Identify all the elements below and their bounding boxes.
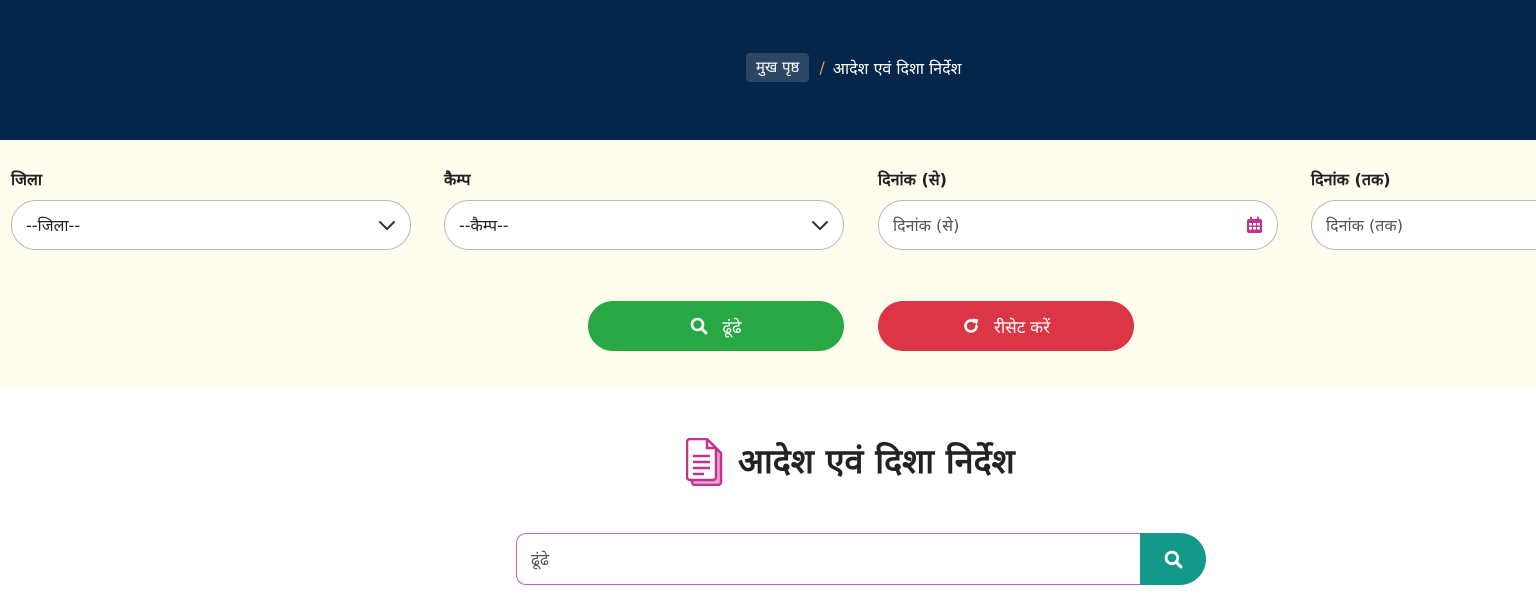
- breadcrumb-home-link[interactable]: मुख पृष्ठ: [746, 53, 810, 82]
- district-label: जिला: [11, 170, 43, 189]
- documents-icon: [686, 438, 723, 486]
- section-heading: आदेश एवं दिशा निर्देश: [686, 436, 1015, 488]
- search-input[interactable]: [516, 533, 1140, 585]
- search-icon: [1164, 550, 1182, 568]
- search-button[interactable]: ढूंढे: [588, 301, 844, 351]
- breadcrumb-separator: /: [819, 58, 825, 77]
- date-from-field: दिनांक (से) दिनांक (से): [878, 168, 1278, 250]
- reset-button-label: रीसेट करें: [993, 317, 1051, 337]
- date-to-label: दिनांक (तक): [1311, 170, 1391, 189]
- date-to-input[interactable]: दिनांक (तक): [1311, 200, 1536, 250]
- chevron-down-icon: [812, 221, 828, 230]
- district-field: जिला --जिला--: [11, 168, 411, 250]
- calendar-icon[interactable]: [1246, 216, 1263, 234]
- chevron-down-icon: [379, 221, 395, 230]
- filter-panel: जिला --जिला-- कैम्प --कैम्प-- दिनांक (से…: [0, 140, 1536, 390]
- search-icon: [691, 317, 708, 335]
- reset-button[interactable]: रीसेट करें: [878, 301, 1134, 351]
- date-from-label: दिनांक (से): [878, 170, 947, 189]
- district-select-value: --जिला--: [26, 216, 81, 235]
- camp-field: कैम्प --कैम्प--: [444, 168, 844, 250]
- district-select[interactable]: --जिला--: [11, 200, 411, 250]
- breadcrumb: मुख पृष्ठ / आदेश एवं दिशा निर्देश: [746, 53, 962, 82]
- breadcrumb-current: आदेश एवं दिशा निर्देश: [832, 58, 962, 78]
- date-from-input[interactable]: दिनांक (से): [878, 200, 1278, 250]
- camp-label: कैम्प: [444, 170, 471, 189]
- search-button-label: ढूंढे: [722, 317, 742, 337]
- date-to-field: दिनांक (तक) दिनांक (तक): [1311, 168, 1536, 250]
- page-header: मुख पृष्ठ / आदेश एवं दिशा निर्देश: [0, 0, 1536, 140]
- camp-select[interactable]: --कैम्प--: [444, 200, 844, 250]
- page-title: आदेश एवं दिशा निर्देश: [738, 442, 1015, 482]
- date-from-placeholder: दिनांक (से): [893, 216, 960, 235]
- document-search: [516, 533, 1206, 585]
- date-to-placeholder: दिनांक (तक): [1326, 216, 1403, 235]
- refresh-icon: [964, 318, 979, 333]
- search-submit-button[interactable]: [1140, 533, 1206, 585]
- camp-select-value: --कैम्प--: [459, 216, 509, 235]
